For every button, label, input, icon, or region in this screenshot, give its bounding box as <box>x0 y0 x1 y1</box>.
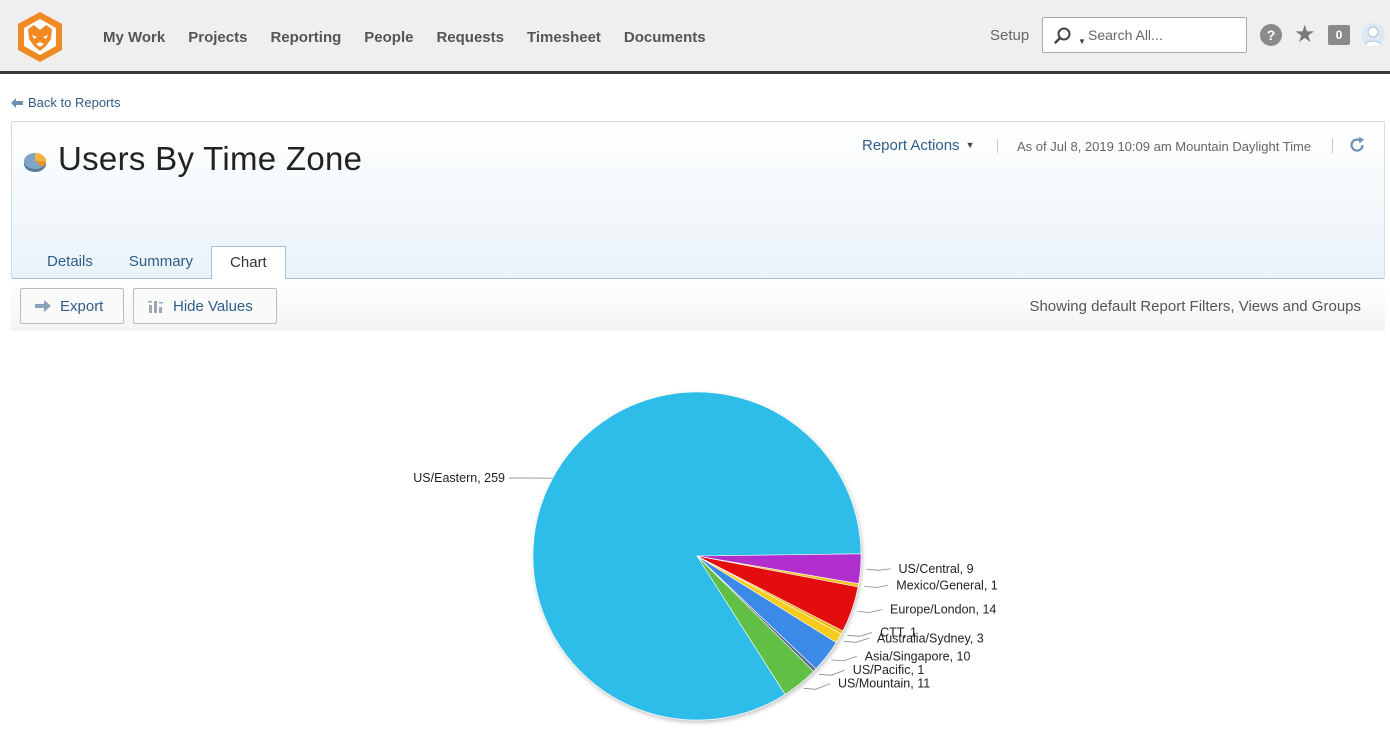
nav-timesheet[interactable]: Timesheet <box>527 29 601 46</box>
nav-documents[interactable]: Documents <box>624 29 706 46</box>
export-label: Export <box>60 297 104 315</box>
top-nav-bar: My Work Projects Reporting People Reques… <box>0 0 1390 74</box>
pie-leader-line <box>864 585 889 588</box>
hide-values-label: Hide Values <box>173 297 253 315</box>
page-title: Users By Time Zone <box>58 140 363 177</box>
export-button[interactable]: Export <box>20 288 124 324</box>
pie-label-mexico-general: Mexico/General, 1 <box>896 578 997 592</box>
global-search[interactable]: ▼ <box>1042 17 1247 53</box>
pie-label-europe-london: Europe/London, 14 <box>890 603 996 617</box>
user-avatar[interactable] <box>1361 23 1385 47</box>
header-divider <box>1332 139 1333 153</box>
pie-leader-line <box>803 683 831 690</box>
nav-projects[interactable]: Projects <box>188 29 247 46</box>
report-actions-dropdown[interactable]: Report Actions ▼ <box>862 137 974 154</box>
filters-status-text: Showing default Report Filters, Views an… <box>1029 298 1361 315</box>
lion-logo-icon[interactable] <box>14 11 66 63</box>
hide-values-button[interactable]: Hide Values <box>133 288 277 324</box>
pie-leader-line <box>831 655 857 662</box>
setup-link[interactable]: Setup <box>990 27 1029 44</box>
chevron-down-icon: ▼ <box>965 140 975 150</box>
pie-label-us-mountain: US/Mountain, 11 <box>838 677 930 691</box>
help-icon[interactable]: ? <box>1260 24 1282 46</box>
refresh-icon[interactable] <box>1348 136 1366 154</box>
report-actions-label: Report Actions <box>862 137 960 154</box>
pie-leader-line <box>843 637 870 643</box>
back-to-reports-link[interactable]: Back to Reports <box>11 95 121 110</box>
tab-details[interactable]: Details <box>29 246 111 279</box>
pie-label-us-eastern: US/Eastern, 259 <box>413 471 505 485</box>
notification-count-badge[interactable]: 0 <box>1328 25 1350 45</box>
users-by-time-zone-pie-chart: US/Eastern, 259 US/Central, 9 Mexico/Gener… <box>413 391 998 721</box>
report-header-panel: Users By Time Zone Report Actions ▼ As of… <box>11 121 1385 280</box>
nav-requests[interactable]: Requests <box>436 29 504 46</box>
pie-label-us-central: US/Central, 9 <box>899 562 974 576</box>
main-nav: My Work Projects Reporting People Reques… <box>103 0 729 74</box>
nav-people[interactable]: People <box>364 29 413 46</box>
pie-slices <box>532 391 862 721</box>
back-to-reports-label: Back to Reports <box>28 95 121 110</box>
tab-summary[interactable]: Summary <box>111 246 211 279</box>
pie-leader-line <box>857 609 883 613</box>
header-divider <box>997 139 998 153</box>
report-tabs: Details Summary Chart <box>29 246 286 280</box>
pie-label-asia-singapore: Asia/Singapore, 10 <box>865 649 971 663</box>
back-arrow-icon <box>11 97 23 108</box>
nav-reporting[interactable]: Reporting <box>270 29 341 46</box>
pie-label-australia-sydney: Australia/Sydney, 3 <box>877 631 984 645</box>
report-toolbar: Export Hide Values Showing default Repor… <box>11 279 1385 331</box>
pie-leader-line <box>866 568 891 571</box>
search-scope-caret-icon[interactable]: ▼ <box>1078 37 1086 46</box>
bar-values-icon <box>148 301 163 313</box>
nav-my-work[interactable]: My Work <box>103 29 165 46</box>
user-silhouette-icon <box>1363 26 1383 47</box>
pie-label-us-pacific: US/Pacific, 1 <box>853 663 925 677</box>
search-icon[interactable] <box>1053 26 1073 46</box>
pie-leader-line <box>847 632 873 637</box>
search-input[interactable] <box>1088 25 1238 45</box>
tab-chart[interactable]: Chart <box>211 246 286 280</box>
pie-leader-line <box>819 669 845 676</box>
pie-chart-report-icon <box>24 153 46 172</box>
export-arrow-icon <box>35 300 51 312</box>
report-timestamp: As of Jul 8, 2019 10:09 am Mountain Dayl… <box>1017 139 1312 154</box>
favorites-star-icon[interactable]: ★ <box>1294 23 1316 47</box>
